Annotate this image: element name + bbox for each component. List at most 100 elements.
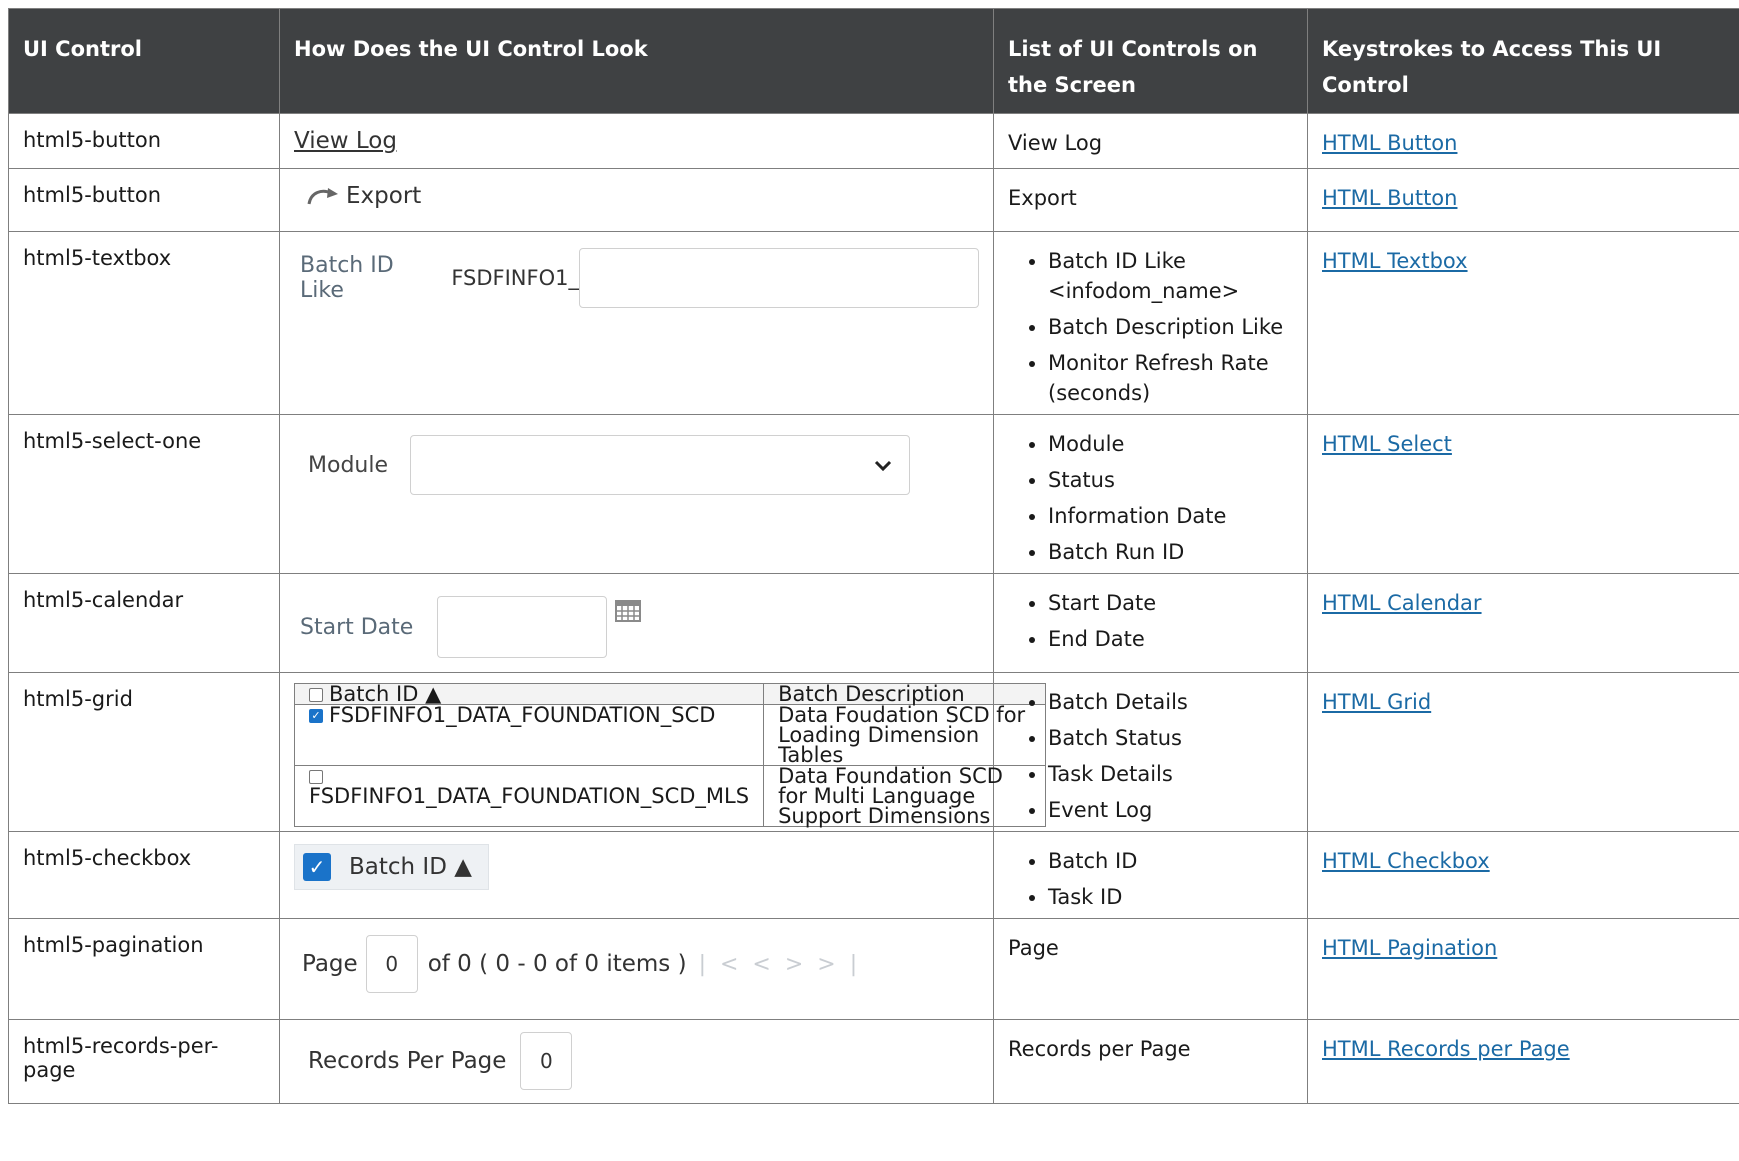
controls-list: Batch ID Task ID [1008, 846, 1293, 912]
control-look: Records Per Page 0 [279, 1019, 994, 1104]
row-checkbox-checked[interactable]: ✓ [309, 709, 323, 723]
textbox-prefix: FSDFINFO1_ [451, 266, 579, 290]
list-item: Event Log [1048, 795, 1293, 825]
last-page-icon[interactable]: >| [817, 952, 871, 977]
controls-list: Batch ID Like <infodom_name> Batch Descr… [1008, 246, 1293, 408]
control-list-text: Export [993, 168, 1308, 232]
keystroke-link[interactable]: HTML Select [1322, 432, 1452, 456]
first-page-icon[interactable]: |< [699, 952, 753, 977]
table-header-row: UI Control How Does the UI Control Look … [8, 8, 1739, 114]
control-name: html5-textbox [8, 231, 280, 415]
start-date-label: Start Date [300, 614, 414, 640]
checkbox-checked-icon[interactable]: ✓ [303, 853, 331, 881]
pagination-nav: |<<>>| [699, 952, 872, 977]
control-look: Module [279, 414, 994, 574]
prev-page-icon[interactable]: < [752, 952, 784, 977]
next-page-icon[interactable]: > [785, 952, 817, 977]
list-item: End Date [1048, 624, 1293, 654]
table-row: html5-button Export Export HTML Button [8, 168, 1739, 232]
table-row: html5-calendar Start Date Start Date End… [8, 573, 1739, 673]
module-label: Module [308, 452, 388, 478]
grid-cell-batch-id: FSDFINFO1_DATA_FOUNDATION_SCD_MLS [309, 784, 750, 808]
control-list-text: Records per Page [993, 1019, 1308, 1104]
keystroke-link[interactable]: HTML Grid [1322, 690, 1431, 714]
list-item: Task ID [1048, 882, 1293, 912]
grid-row[interactable]: FSDFINFO1_DATA_FOUNDATION_SCD_MLS Data F… [293, 765, 1046, 827]
start-date-input[interactable] [437, 596, 608, 658]
list-item: Batch Description Like [1048, 312, 1293, 342]
list-item: Status [1048, 465, 1293, 495]
records-per-page-label: Records Per Page [308, 1048, 507, 1074]
keystroke-link[interactable]: HTML Textbox [1322, 249, 1468, 273]
header-how-it-looks: How Does the UI Control Look [279, 8, 994, 114]
control-look: Batch ID Like FSDFINFO1_ [279, 231, 994, 415]
export-label: Export [346, 183, 422, 209]
grid-header-row: Batch ID ▲ Batch Description [293, 683, 1046, 705]
list-item: Monitor Refresh Rate (seconds) [1048, 348, 1293, 408]
list-item: Module [1048, 429, 1293, 459]
control-name: html5-records-per-page [8, 1019, 280, 1104]
table-row: html5-grid Batch ID ▲ Batch Description … [8, 672, 1739, 832]
table-row: html5-textbox Batch ID Like FSDFINFO1_ B… [8, 231, 1739, 415]
batch-grid: Batch ID ▲ Batch Description ✓ FSDFINFO1_… [293, 683, 1046, 827]
controls-list: Module Status Information Date Batch Run… [1008, 429, 1293, 567]
list-item: Batch ID Like <infodom_name> [1048, 246, 1293, 306]
view-log-button[interactable]: View Log [294, 128, 397, 154]
records-per-page-input[interactable]: 0 [520, 1032, 573, 1090]
calendar-icon[interactable] [615, 598, 642, 622]
header-keystrokes: Keystrokes to Access This UI Control [1307, 8, 1739, 114]
row-checkbox[interactable] [309, 770, 323, 784]
checkbox-label: Batch ID ▲ [349, 854, 472, 880]
list-item: Start Date [1048, 588, 1293, 618]
control-look: View Log [279, 113, 994, 169]
control-list-text: View Log [993, 113, 1308, 169]
table-row: html5-select-one Module Module Status In… [8, 414, 1739, 574]
chevron-down-icon [874, 460, 892, 472]
select-all-checkbox[interactable] [309, 688, 323, 702]
header-list-of-controls: List of UI Controls on the Screen [993, 8, 1308, 114]
keystroke-link[interactable]: HTML Pagination [1322, 936, 1497, 960]
grid-row[interactable]: ✓ FSDFINFO1_DATA_FOUNDATION_SCD Data Foud… [293, 703, 1046, 766]
ui-controls-table: UI Control How Does the UI Control Look … [8, 8, 1739, 1104]
header-ui-control: UI Control [8, 8, 280, 114]
page-number-input[interactable]: 0 [365, 935, 418, 993]
batch-id-checkbox-widget[interactable]: ✓ Batch ID ▲ [294, 844, 489, 890]
table-row: html5-pagination Page 0 of 0 ( 0 - 0 of … [8, 918, 1739, 1020]
list-item: Batch Details [1048, 687, 1293, 717]
control-name: html5-pagination [8, 918, 280, 1020]
export-button[interactable]: Export [294, 183, 421, 209]
export-arrow-icon [307, 188, 338, 205]
page-of-text: of 0 ( 0 - 0 of 0 items ) [427, 951, 687, 977]
control-name: html5-button [8, 113, 280, 169]
grid-cell-batch-id: FSDFINFO1_DATA_FOUNDATION_SCD [329, 703, 716, 727]
controls-list: Batch Details Batch Status Task Details … [1008, 687, 1293, 825]
keystroke-link[interactable]: HTML Button [1322, 186, 1457, 210]
keystroke-link[interactable]: HTML Checkbox [1322, 849, 1490, 873]
batch-id-like-label: Batch ID Like [300, 253, 394, 303]
keystroke-link[interactable]: HTML Button [1322, 131, 1457, 155]
control-name: html5-grid [8, 672, 280, 832]
list-item: Task Details [1048, 759, 1293, 789]
control-name: html5-checkbox [8, 831, 280, 919]
controls-list: Start Date End Date [1008, 588, 1293, 654]
keystroke-link[interactable]: HTML Records per Page [1322, 1037, 1570, 1061]
control-look: Start Date [279, 573, 994, 673]
control-name: html5-calendar [8, 573, 280, 673]
list-item: Batch ID [1048, 846, 1293, 876]
control-look: ✓ Batch ID ▲ [279, 831, 994, 919]
table-row: html5-button View Log View Log HTML Butt… [8, 113, 1739, 169]
control-look: Batch ID ▲ Batch Description ✓ FSDFINFO1_… [279, 672, 1046, 832]
control-list-text: Page [993, 918, 1308, 1020]
batch-id-like-input[interactable] [579, 248, 979, 308]
keystroke-link[interactable]: HTML Calendar [1322, 591, 1482, 615]
page-label: Page [302, 951, 358, 977]
table-row: html5-checkbox ✓ Batch ID ▲ Batch ID Tas… [8, 831, 1739, 919]
list-item: Batch Run ID [1048, 537, 1293, 567]
list-item: Information Date [1048, 501, 1293, 531]
list-item: Batch Status [1048, 723, 1293, 753]
control-look: Export [279, 168, 994, 232]
module-select[interactable] [410, 435, 910, 495]
table-row: html5-records-per-page Records Per Page … [8, 1019, 1739, 1104]
control-name: html5-select-one [8, 414, 280, 574]
control-name: html5-button [8, 168, 280, 232]
